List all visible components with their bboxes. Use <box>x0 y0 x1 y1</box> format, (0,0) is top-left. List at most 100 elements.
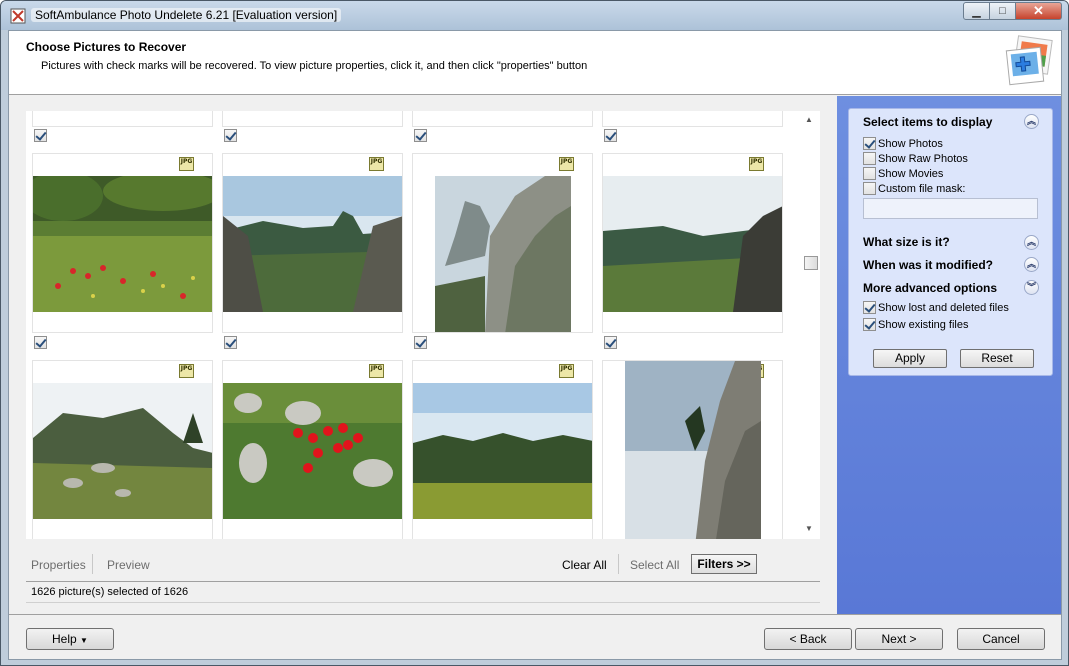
filters-panel: Select items to display ︽ Show Photos Sh… <box>848 108 1053 376</box>
modified-heading[interactable]: When was it modified? <box>863 258 993 272</box>
app-icon <box>10 8 26 24</box>
logo-icon <box>1005 35 1053 86</box>
reset-button[interactable]: Reset <box>960 349 1034 368</box>
thumbnail[interactable]: JPG <box>412 153 593 333</box>
show-lost-deleted-label: Show lost and deleted files <box>878 301 1009 314</box>
photo-forest-meadow <box>413 383 592 519</box>
wizard-footer: Help ▼ < Back Next > Cancel <box>9 614 1061 659</box>
show-lost-deleted-option[interactable]: Show lost and deleted files <box>863 301 1009 315</box>
close-button[interactable]: ✕ <box>1016 2 1062 20</box>
apply-button[interactable]: Apply <box>873 349 947 368</box>
show-existing-checkbox[interactable] <box>863 318 876 331</box>
jpg-file-icon: JPG <box>369 157 384 171</box>
advanced-heading[interactable]: More advanced options <box>863 281 997 295</box>
gallery-toolbar: Properties Preview Clear All Select All … <box>26 551 820 579</box>
custom-file-mask-input[interactable] <box>863 198 1038 219</box>
back-button[interactable]: < Back <box>764 628 852 650</box>
gallery-scrollbar[interactable]: ▲ ▼ <box>801 111 820 539</box>
scroll-thumb[interactable] <box>804 256 818 270</box>
photo-red-flowers <box>223 383 402 519</box>
help-button[interactable]: Help ▼ <box>26 628 114 650</box>
photo-meadow <box>33 176 212 312</box>
picture-checkbox[interactable] <box>414 336 427 349</box>
collapse-icon[interactable]: ︾ <box>1024 280 1039 295</box>
photo-valley <box>223 176 402 312</box>
thumbnail-partial[interactable] <box>222 111 403 127</box>
select-all-button[interactable]: Select All <box>630 558 679 572</box>
maximize-icon: □ <box>999 5 1006 17</box>
photo-cliff <box>435 176 571 332</box>
expand-icon[interactable]: ︽ <box>1024 235 1039 250</box>
show-movies-option[interactable]: Show Movies <box>863 167 943 181</box>
show-movies-checkbox[interactable] <box>863 167 876 180</box>
size-heading[interactable]: What size is it? <box>863 235 950 249</box>
picture-gallery[interactable]: JPG JPG JPG JPG JPG JPG JPG ▲ ▼ <box>26 111 820 539</box>
filters-button[interactable]: Filters >> <box>691 554 757 574</box>
thumbnail[interactable]: JPG <box>222 153 403 333</box>
custom-file-mask-label: Custom file mask: <box>878 182 966 195</box>
show-lost-deleted-checkbox[interactable] <box>863 301 876 314</box>
show-raw-photos-checkbox[interactable] <box>863 152 876 165</box>
collapse-icon[interactable]: ︽ <box>1024 114 1039 129</box>
clear-all-button[interactable]: Clear All <box>562 558 607 572</box>
window-title: SoftAmbulance Photo Undelete 6.21 [Evalu… <box>31 8 342 22</box>
picture-checkbox[interactable] <box>224 336 237 349</box>
thumbnail-partial[interactable] <box>602 111 783 127</box>
custom-file-mask-option[interactable]: Custom file mask: <box>863 182 965 196</box>
show-existing-option[interactable]: Show existing files <box>863 318 969 332</box>
page-subtitle: Pictures with check marks will be recove… <box>41 60 588 72</box>
thumbnail[interactable]: JPG <box>412 360 593 539</box>
picture-checkbox[interactable] <box>34 336 47 349</box>
help-label: Help <box>52 632 77 646</box>
toolbar-separator <box>618 554 619 574</box>
show-existing-label: Show existing files <box>878 318 969 331</box>
chevron-down-icon: ▼ <box>80 636 88 645</box>
show-movies-label: Show Movies <box>878 167 944 180</box>
caption-buttons: ▁ □ ✕ <box>963 2 1062 20</box>
thumbnail[interactable]: JPG <box>32 153 213 333</box>
status-bar: 1626 picture(s) selected of 1626 <box>26 581 820 603</box>
gallery-grid: JPG JPG JPG JPG JPG JPG JPG <box>26 111 801 539</box>
next-button[interactable]: Next > <box>855 628 943 650</box>
picture-checkbox[interactable] <box>414 129 427 142</box>
filters-sidebar: Select items to display ︽ Show Photos Sh… <box>837 96 1061 614</box>
app-window: SoftAmbulance Photo Undelete 6.21 [Evalu… <box>0 0 1069 666</box>
cancel-button[interactable]: Cancel <box>957 628 1045 650</box>
picture-checkbox[interactable] <box>604 336 617 349</box>
picture-checkbox[interactable] <box>604 129 617 142</box>
thumbnail-partial[interactable] <box>412 111 593 127</box>
thumbnail[interactable]: JPG <box>602 360 783 539</box>
scroll-down-icon[interactable]: ▼ <box>805 524 813 533</box>
jpg-file-icon: JPG <box>179 364 194 378</box>
close-icon: ✕ <box>1033 3 1044 18</box>
thumbnail-partial[interactable] <box>32 111 213 127</box>
custom-file-mask-checkbox[interactable] <box>863 182 876 195</box>
thumbnail[interactable]: JPG <box>602 153 783 333</box>
show-photos-checkbox[interactable] <box>863 137 876 150</box>
expand-icon[interactable]: ︽ <box>1024 257 1039 272</box>
wizard-client: Choose Pictures to Recover Pictures with… <box>8 30 1062 660</box>
show-photos-option[interactable]: Show Photos <box>863 137 943 151</box>
show-raw-photos-option[interactable]: Show Raw Photos <box>863 152 968 166</box>
toolbar-separator <box>92 554 93 574</box>
thumbnail[interactable]: JPG <box>222 360 403 539</box>
title-bar[interactable]: SoftAmbulance Photo Undelete 6.21 [Evalu… <box>1 1 1068 30</box>
properties-button[interactable]: Properties <box>31 558 86 572</box>
selection-count: 1626 picture(s) selected of 1626 <box>31 586 189 598</box>
page-title: Choose Pictures to Recover <box>26 40 187 54</box>
photo-cliff-tree <box>625 361 761 539</box>
picture-checkbox[interactable] <box>224 129 237 142</box>
display-heading: Select items to display <box>863 115 993 129</box>
photo-cliff-edge <box>603 176 782 312</box>
minimize-button[interactable]: ▁ <box>963 2 990 20</box>
scroll-up-icon[interactable]: ▲ <box>805 115 813 124</box>
photo-hillside <box>33 383 212 519</box>
content-area: JPG JPG JPG JPG JPG JPG JPG ▲ ▼ Properti… <box>9 96 837 614</box>
wizard-header: Choose Pictures to Recover Pictures with… <box>9 31 1061 95</box>
preview-button[interactable]: Preview <box>107 558 150 572</box>
jpg-file-icon: JPG <box>749 157 764 171</box>
maximize-button[interactable]: □ <box>990 2 1016 20</box>
show-photos-label: Show Photos <box>878 137 943 150</box>
picture-checkbox[interactable] <box>34 129 47 142</box>
thumbnail[interactable]: JPG <box>32 360 213 539</box>
